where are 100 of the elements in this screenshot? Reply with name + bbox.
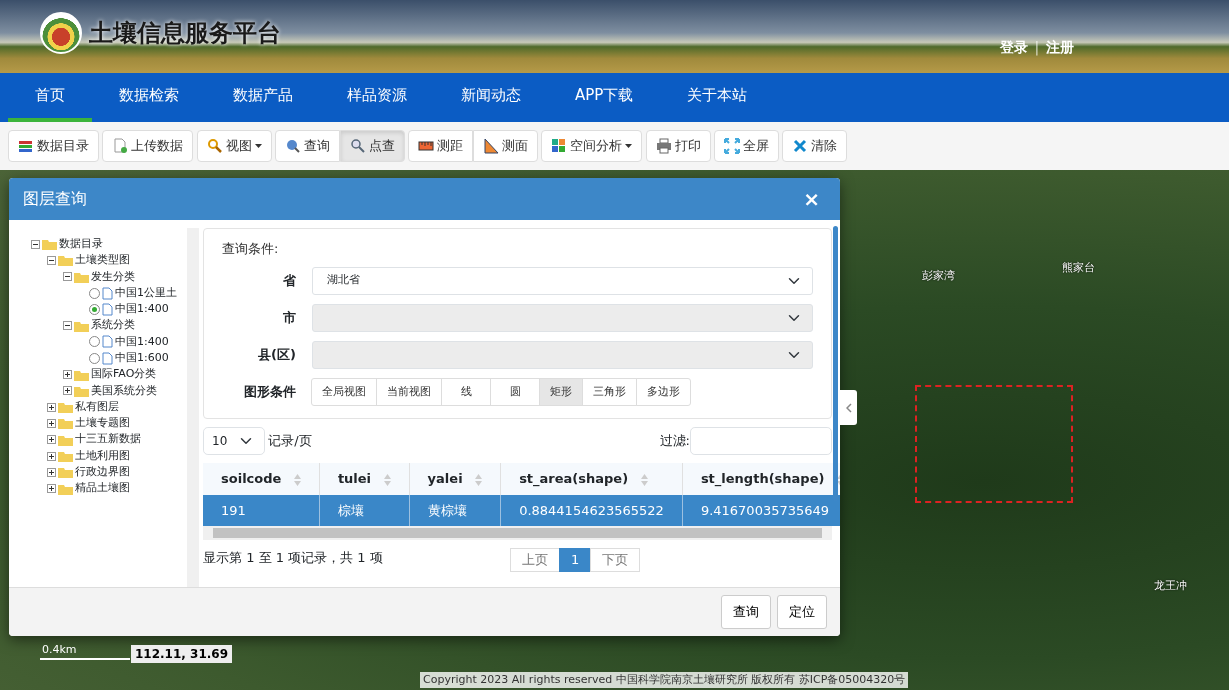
tree-layer[interactable]: 中国1:400 [115, 333, 169, 351]
tree-folder[interactable]: 土地利用图 [75, 447, 130, 465]
toolbar-button[interactable]: 点查 [339, 130, 405, 162]
filter-field[interactable] [690, 427, 832, 455]
sort-icon [383, 473, 391, 486]
expand-toggle-icon[interactable] [63, 370, 72, 379]
tree-layer[interactable]: 中国1:400 [115, 301, 169, 318]
folder-icon [58, 433, 73, 446]
folder-icon [58, 482, 73, 495]
toolbar-button[interactable]: 查询 [274, 130, 340, 162]
collapse-toggle-icon[interactable] [47, 255, 56, 265]
expand-toggle-icon[interactable] [47, 418, 56, 428]
tree-layer[interactable]: 中国1:600 [115, 350, 169, 367]
tree-folder[interactable]: 十三五新数据 [75, 431, 141, 448]
toolbar-button[interactable]: 空间分析 [541, 130, 643, 162]
toolbar-button[interactable]: 全屏 [713, 130, 779, 162]
document-plus-icon [112, 138, 129, 154]
shape-button[interactable]: 多边形 [636, 377, 691, 406]
triangle-ruler-icon [483, 138, 499, 154]
filter-label: 过滤: [659, 432, 690, 451]
dialog-button[interactable]: 查询 [721, 595, 771, 629]
page-button[interactable]: 1 [559, 548, 592, 572]
toolbar-button[interactable]: 测面 [473, 130, 538, 162]
tree-folder[interactable]: 美国系统分类 [91, 382, 157, 400]
tree-folder[interactable]: 精品土壤图 [75, 480, 130, 497]
nav-tab[interactable]: 新闻动态 [434, 73, 548, 122]
nav-tab[interactable]: APP下载 [548, 73, 661, 122]
dialog-title: 图层查询 [23, 188, 87, 210]
document-icon [102, 286, 113, 300]
tree-folder[interactable]: 数据目录 [59, 235, 103, 253]
document-icon [102, 335, 113, 349]
nav-tab[interactable]: 数据检索 [92, 73, 206, 122]
register-link[interactable]: 注册 [1045, 37, 1074, 58]
nav-tab[interactable]: 关于本站 [660, 73, 775, 122]
radio-button[interactable] [89, 303, 100, 315]
expand-toggle-icon[interactable] [47, 435, 56, 445]
expand-toggle-icon[interactable] [47, 467, 56, 477]
column-header[interactable]: soilcode [203, 463, 320, 495]
folder-icon [58, 401, 73, 414]
column-header[interactable]: st_area(shape) [500, 463, 683, 495]
tree-folder[interactable]: 系统分类 [91, 317, 135, 334]
book-stack-icon [18, 138, 34, 154]
shape-button[interactable]: 全局视图 [311, 377, 377, 406]
collapse-toggle-icon[interactable] [31, 239, 40, 249]
select-field[interactable]: 湖北省 [312, 266, 813, 295]
collapse-handle[interactable] [840, 390, 857, 425]
toolbar-button[interactable]: 打印 [645, 130, 711, 162]
horizontal-scrollbar[interactable] [203, 526, 832, 540]
tree-layer[interactable]: 中国1公里土 [115, 284, 177, 302]
folder-icon [58, 450, 73, 462]
column-header[interactable]: st_length(shape) [682, 463, 840, 495]
satellite-map[interactable] [0, 170, 1229, 690]
expand-toggle-icon[interactable] [47, 484, 56, 494]
scrollbar[interactable] [187, 228, 199, 587]
page-size-select[interactable]: 10 [203, 427, 265, 455]
shape-button[interactable]: 线 [441, 377, 491, 406]
toolbar-button[interactable]: 测距 [408, 130, 473, 162]
toolbar-button[interactable]: 上传数据 [102, 130, 194, 162]
page-button[interactable]: 上页 [510, 548, 560, 572]
login-link[interactable]: 登录 [1000, 37, 1028, 58]
collapse-toggle-icon[interactable] [63, 321, 72, 331]
site-title: 土壤信息服务平台 [88, 18, 281, 49]
expand-toggle-icon[interactable] [47, 451, 56, 461]
page-button[interactable]: 下页 [590, 548, 641, 572]
table-cell: 191 [203, 494, 320, 526]
expand-toggle-icon[interactable] [47, 402, 56, 412]
tree-folder[interactable]: 土壤类型图 [75, 252, 130, 269]
radio-button[interactable] [89, 287, 100, 299]
radio-button[interactable] [89, 336, 100, 348]
shape-button[interactable]: 当前视图 [376, 377, 442, 406]
nav-tab[interactable]: 数据产品 [206, 73, 320, 122]
shape-button[interactable]: 三角形 [582, 377, 637, 406]
logo-icon [40, 12, 82, 54]
nav-tab[interactable]: 样品资源 [320, 73, 434, 122]
table-row[interactable]: 191 棕壤 黄棕壤 0.8844154623565522 9.41670035735649 [203, 494, 840, 526]
tree-folder[interactable]: 行政边界图 [75, 464, 130, 481]
close-button[interactable]: × [797, 188, 826, 210]
tree-folder[interactable]: 土壤专题图 [75, 415, 130, 432]
shape-button[interactable]: 圆 [490, 377, 540, 406]
radio-button[interactable] [89, 352, 100, 364]
expand-arrows-icon [723, 138, 740, 154]
tree-folder[interactable]: 私有图层 [75, 398, 119, 416]
page-size-label: 记录/页 [268, 432, 312, 451]
tree-folder[interactable]: 国际FAO分类 [91, 366, 157, 383]
column-header[interactable]: yalei [409, 463, 501, 495]
folder-icon [74, 270, 89, 283]
toolbar-button[interactable]: 视图 [196, 130, 272, 162]
shape-button[interactable]: 矩形 [539, 377, 583, 406]
expand-toggle-icon[interactable] [63, 386, 72, 396]
toolbar-button[interactable]: 数据目录 [8, 130, 99, 162]
document-icon [102, 351, 113, 365]
ruler-icon [418, 138, 434, 154]
tree-folder[interactable]: 发生分类 [91, 268, 135, 285]
x-icon [792, 138, 808, 154]
toolbar-button[interactable]: 清除 [782, 130, 847, 162]
dialog-button[interactable]: 定位 [777, 595, 827, 629]
collapse-toggle-icon[interactable] [63, 272, 72, 282]
table-cell: 9.41670035735649 [682, 494, 840, 526]
folder-icon [42, 238, 57, 251]
column-header[interactable]: tulei [319, 463, 410, 495]
